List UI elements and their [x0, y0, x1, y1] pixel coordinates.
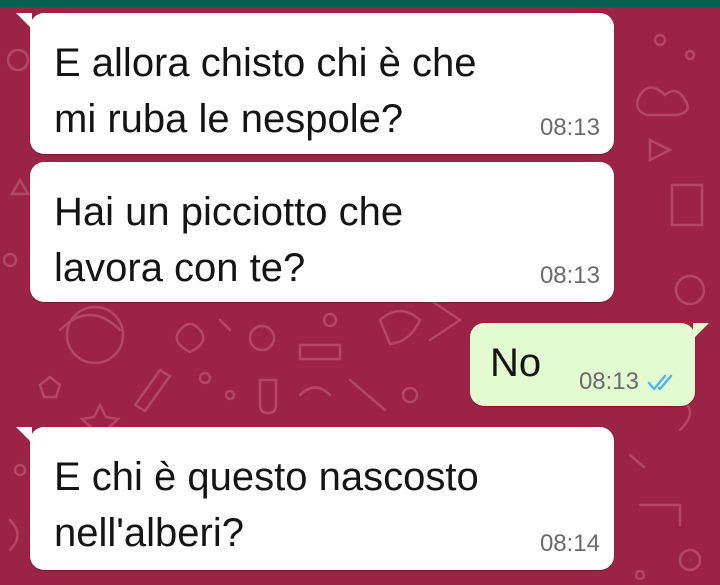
bubble-tail-icon: [16, 13, 32, 29]
message-bubble-outgoing[interactable]: No 08:13: [470, 323, 709, 406]
message-timestamp: 08:13: [539, 262, 600, 289]
message-bubble-incoming[interactable]: E allora chisto chi è che mi ruba le nes…: [16, 13, 614, 154]
double-check-read-icon: [647, 374, 673, 391]
message-timestamp: 08:13: [539, 114, 600, 141]
message-text: E chi è questo nascosto nell'alberi?: [54, 455, 479, 555]
message-text: No: [490, 341, 542, 385]
message-timestamp: 08:14: [539, 530, 600, 557]
bubble-tail-icon: [693, 323, 709, 339]
message-text: E allora chisto chi è che mi ruba le nes…: [54, 41, 477, 141]
bubble-tail-icon: [16, 427, 32, 443]
message-bubble-incoming[interactable]: Hai un picciotto che lavora con te? 08:1…: [30, 162, 614, 302]
message-timestamp: 08:13: [578, 368, 639, 395]
message-bubble-incoming[interactable]: E chi è questo nascosto nell'alberi? 08:…: [16, 427, 614, 570]
message-text: Hai un picciotto che lavora con te?: [54, 190, 404, 290]
